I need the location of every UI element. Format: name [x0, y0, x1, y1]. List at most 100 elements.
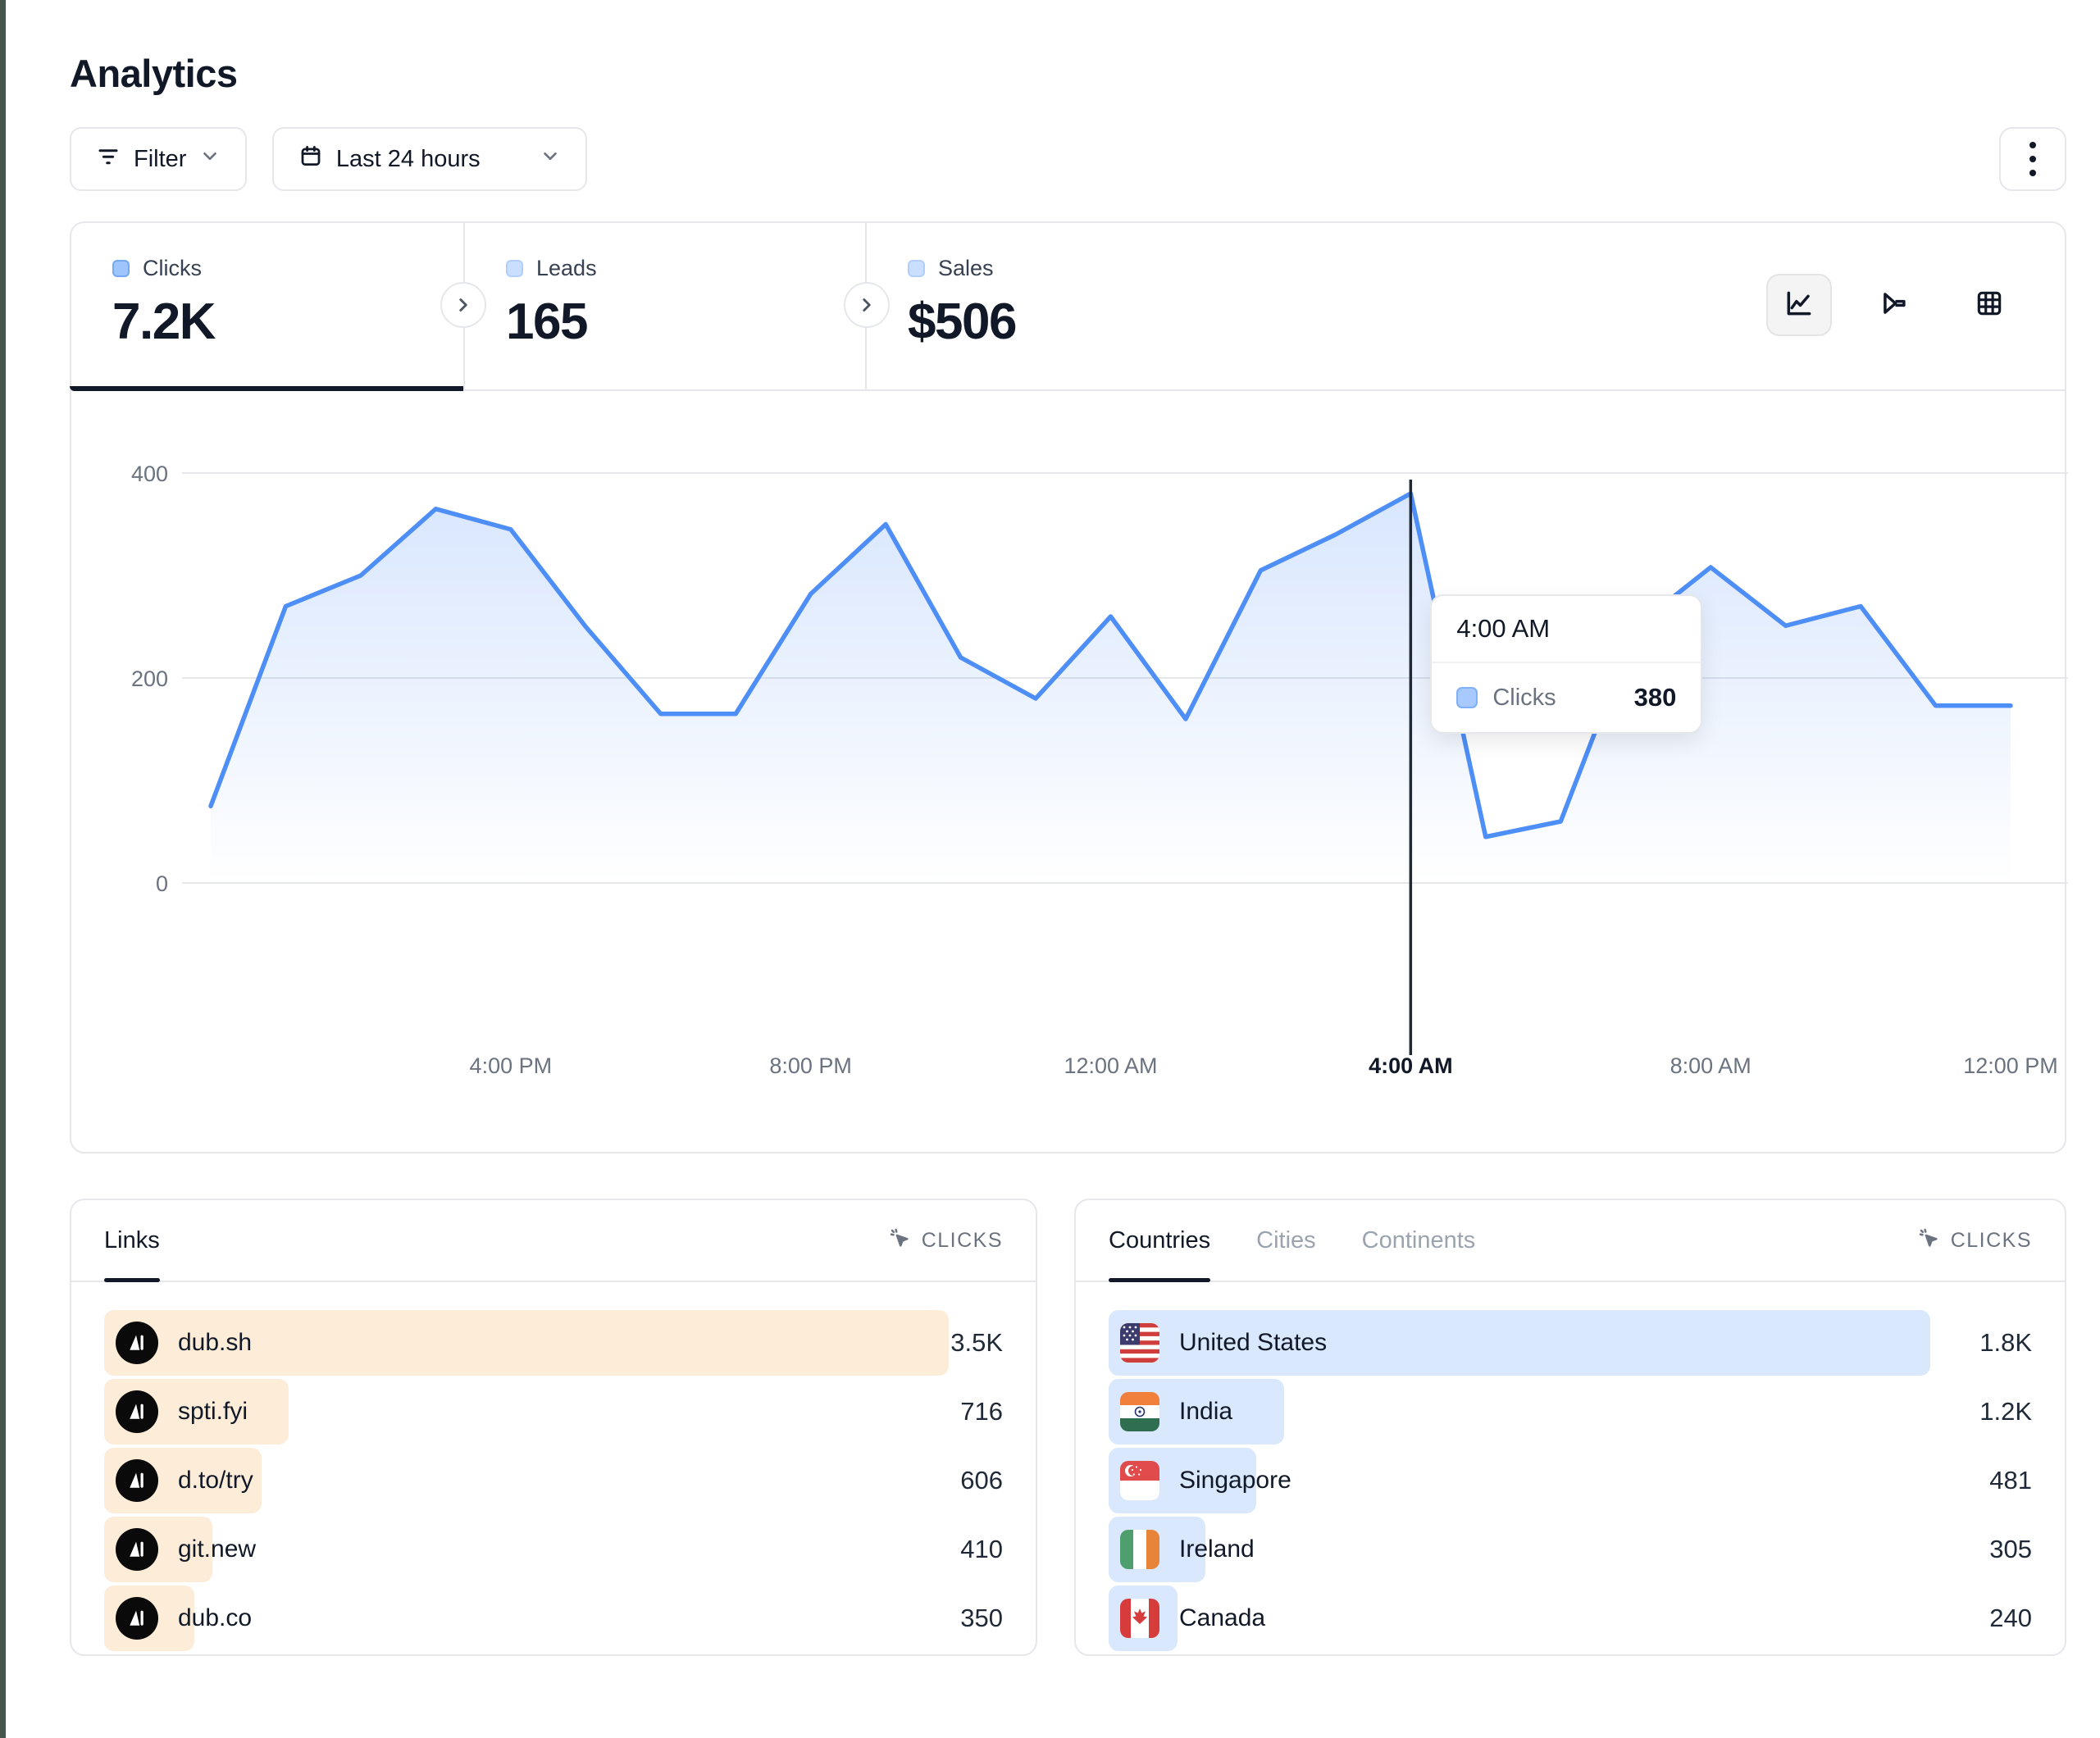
date-range-button[interactable]: Last 24 hours [272, 127, 587, 191]
country-row[interactable]: United States1.8K [1109, 1310, 2032, 1376]
filter-button[interactable]: Filter [70, 127, 247, 191]
grid-icon [1974, 288, 2005, 323]
expand-leads-button[interactable] [844, 282, 890, 328]
svg-text:12:00 PM: 12:00 PM [1963, 1053, 2058, 1078]
grid-view-button[interactable] [1957, 274, 2022, 336]
dub-logo-icon [116, 1597, 158, 1640]
clicks-value: 7.2K [112, 293, 463, 351]
tab-clicks[interactable]: Clicks 7.2K [71, 223, 463, 389]
row-label: d.to/try [178, 1467, 253, 1495]
toolbar: Filter Last 24 hours [70, 127, 2066, 191]
sales-value: $506 [908, 293, 1267, 351]
clicks-swatch-icon [112, 260, 130, 277]
stats-row: Clicks 7.2K Leads 165 Sales $506 [71, 223, 2065, 391]
dub-logo-icon [116, 1322, 158, 1364]
link-row[interactable]: dub.co 350 [104, 1586, 1003, 1651]
svg-text:0: 0 [156, 871, 168, 896]
chart-canvas: 40020004:00 PM8:00 PM12:00 AM4:00 AM8:00… [71, 391, 2068, 1153]
filter-icon [96, 143, 121, 175]
funnel-icon [1879, 288, 1910, 323]
analytics-card: Clicks 7.2K Leads 165 Sales $506 [70, 221, 2066, 1153]
chart-tooltip: 4:00 AM Clicks 380 [1430, 594, 1702, 734]
tooltip-time: 4:00 AM [1432, 596, 1701, 663]
countries-panel: Countries Cities Continents CLICKS Unite… [1074, 1199, 2066, 1656]
more-options-button[interactable] [1999, 127, 2066, 191]
line-chart-icon [1783, 288, 1815, 323]
tab-links[interactable]: Links [104, 1200, 160, 1281]
svg-text:200: 200 [131, 667, 168, 691]
countries-metric-toggle[interactable]: CLICKS [1916, 1200, 2032, 1281]
dub-logo-icon [116, 1390, 158, 1433]
svg-text:400: 400 [131, 462, 168, 486]
countries-list: United States1.8KIndia1.2KSingapore481Ir… [1076, 1282, 2065, 1651]
svg-text:4:00 AM: 4:00 AM [1369, 1053, 1453, 1078]
date-range-label: Last 24 hours [336, 146, 481, 173]
row-value: 305 [1989, 1517, 2032, 1582]
link-row[interactable]: d.to/try 606 [104, 1448, 1003, 1513]
row-value: 3.5K [950, 1310, 1003, 1376]
calendar-icon [298, 143, 323, 175]
tab-countries[interactable]: Countries [1109, 1200, 1210, 1281]
row-value: 410 [960, 1517, 1003, 1582]
row-value: 240 [1989, 1586, 2032, 1651]
dub-logo-icon [116, 1459, 158, 1502]
row-label: Singapore [1179, 1467, 1291, 1495]
us-flag-icon [1120, 1323, 1159, 1363]
link-row[interactable]: git.new 410 [104, 1517, 1003, 1582]
row-label: spti.fyi [178, 1398, 248, 1426]
row-label: git.new [178, 1536, 256, 1563]
country-row[interactable]: Canada 240 [1109, 1586, 2032, 1651]
sales-label: Sales [938, 256, 994, 281]
row-label: India [1179, 1398, 1232, 1426]
row-value: 481 [1989, 1448, 2032, 1513]
sales-swatch-icon [908, 260, 925, 277]
leads-label: Leads [536, 256, 597, 281]
tab-leads[interactable]: Leads 165 [463, 223, 865, 389]
row-value: 1.2K [1979, 1379, 2032, 1445]
leads-swatch-icon [506, 260, 523, 277]
sidebar-edge [0, 0, 6, 1738]
links-panel: Links CLICKS dub.sh3.5Kspti.fyi716d.to/t… [70, 1199, 1037, 1656]
chevron-down-icon [199, 145, 221, 173]
in-flag-icon [1120, 1392, 1159, 1431]
chevron-down-icon [540, 145, 561, 173]
row-label: Canada [1179, 1604, 1265, 1632]
ca-flag-icon [1120, 1599, 1159, 1638]
row-label: dub.sh [178, 1329, 252, 1357]
clicks-label: Clicks [143, 256, 202, 281]
links-list: dub.sh 3.5Kspti.fyi716 d.to/try 606 git.new 4… [71, 1282, 1036, 1651]
analytics-page: Analytics Filter Last 24 hours [70, 0, 2066, 1656]
dub-logo-icon [116, 1528, 158, 1571]
filter-button-label: Filter [134, 146, 186, 173]
tooltip-series-swatch-icon [1456, 687, 1478, 708]
clicks-area-chart[interactable]: 40020004:00 PM8:00 PM12:00 AM4:00 AM8:00… [71, 391, 2068, 1153]
svg-text:8:00 AM: 8:00 AM [1670, 1053, 1752, 1078]
tab-sales[interactable]: Sales $506 [865, 223, 1267, 389]
svg-text:8:00 PM: 8:00 PM [769, 1053, 852, 1078]
chart-view-switcher [1766, 274, 2022, 336]
country-row[interactable]: India 1.2K [1109, 1379, 2032, 1445]
expand-clicks-button[interactable] [440, 282, 486, 328]
links-metric-toggle[interactable]: CLICKS [887, 1200, 1003, 1281]
funnel-view-button[interactable] [1861, 274, 1927, 336]
page-title: Analytics [70, 51, 2066, 96]
leads-value: 165 [506, 293, 865, 351]
svg-text:4:00 PM: 4:00 PM [470, 1053, 553, 1078]
row-value: 1.8K [1979, 1310, 2032, 1376]
country-row[interactable]: Singapore 481 [1109, 1448, 2032, 1513]
link-row[interactable]: spti.fyi716 [104, 1379, 1003, 1445]
row-value: 350 [960, 1586, 1003, 1651]
country-row[interactable]: Ireland 305 [1109, 1517, 2032, 1582]
cursor-click-icon [1916, 1226, 1941, 1256]
tab-cities[interactable]: Cities [1256, 1200, 1316, 1281]
cursor-click-icon [887, 1226, 912, 1256]
tab-continents[interactable]: Continents [1362, 1200, 1476, 1281]
links-metric-label: CLICKS [922, 1229, 1003, 1253]
sg-flag-icon [1120, 1461, 1159, 1500]
link-row[interactable]: dub.sh 3.5K [104, 1310, 1003, 1376]
line-chart-view-button[interactable] [1766, 274, 1832, 336]
kebab-icon [2029, 142, 2036, 176]
row-value: 606 [960, 1448, 1003, 1513]
row-label: Ireland [1179, 1536, 1255, 1563]
row-label: dub.co [178, 1604, 252, 1632]
